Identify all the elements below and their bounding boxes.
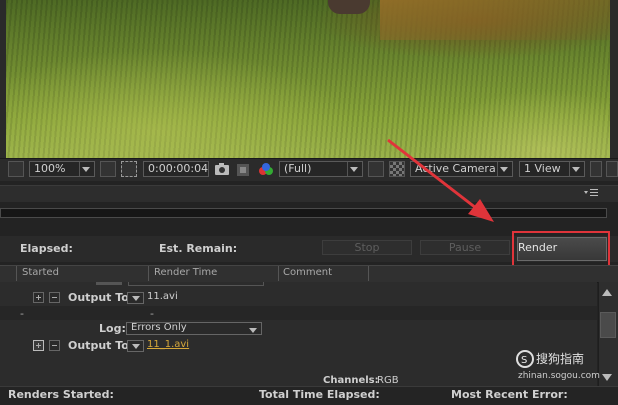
most-recent-error-label: Most Recent Error:: [451, 388, 568, 401]
renders-started-label: Renders Started:: [8, 388, 114, 401]
annotation-arrow: [387, 138, 494, 222]
total-time-elapsed-label: Total Time Elapsed:: [259, 388, 380, 401]
